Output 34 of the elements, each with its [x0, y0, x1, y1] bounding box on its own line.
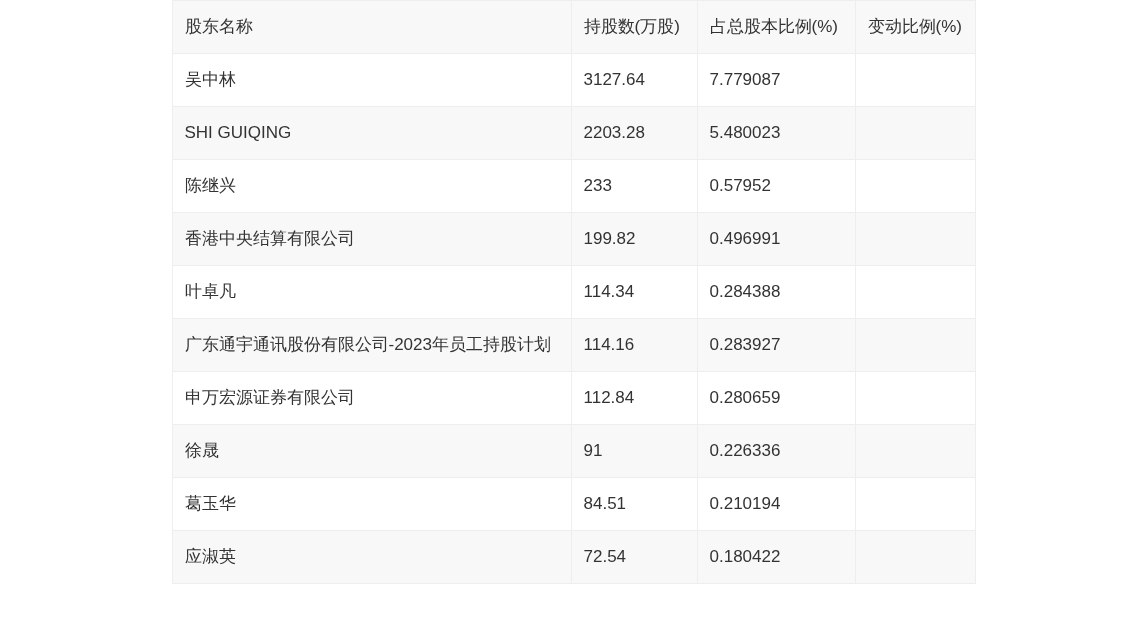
column-header: 变动比例(%): [855, 0, 975, 54]
column-header: 股东名称: [172, 0, 571, 54]
table-cell: 应淑英: [172, 530, 571, 584]
table-cell: 叶卓凡: [172, 265, 571, 319]
table-cell: 84.51: [571, 477, 697, 531]
table-cell: 香港中央结算有限公司: [172, 212, 571, 266]
table-cell: 199.82: [571, 212, 697, 266]
table-cell: 0.57952: [697, 159, 855, 213]
table-cell: SHI GUIQING: [172, 106, 571, 160]
table-cell: 114.34: [571, 265, 697, 319]
table-cell: 3127.64: [571, 53, 697, 107]
table-cell: 5.480023: [697, 106, 855, 160]
column-header: 占总股本比例(%): [697, 0, 855, 54]
table-cell: 0.280659: [697, 371, 855, 425]
table-cell: 0.180422: [697, 530, 855, 584]
table-cell: 114.16: [571, 318, 697, 372]
table-cell: 233: [571, 159, 697, 213]
table-cell: 0.283927: [697, 318, 855, 372]
table-cell: 陈继兴: [172, 159, 571, 213]
table-cell: 0.226336: [697, 424, 855, 478]
table-cell: 吴中林: [172, 53, 571, 107]
table-cell: 广东通宇通讯股份有限公司-2023年员工持股计划: [172, 318, 571, 372]
column-header: 持股数(万股): [571, 0, 697, 54]
table-cell: 葛玉华: [172, 477, 571, 531]
table-cell: 7.779087: [697, 53, 855, 107]
table-cell: 0.210194: [697, 477, 855, 531]
table-cell: 0.284388: [697, 265, 855, 319]
table-cell: 91: [571, 424, 697, 478]
table-cell: 0.496991: [697, 212, 855, 266]
table-cell: 徐晟: [172, 424, 571, 478]
table-cell: 112.84: [571, 371, 697, 425]
table-cell: 申万宏源证券有限公司: [172, 371, 571, 425]
table-cell: 2203.28: [571, 106, 697, 160]
table-cell: 72.54: [571, 530, 697, 584]
